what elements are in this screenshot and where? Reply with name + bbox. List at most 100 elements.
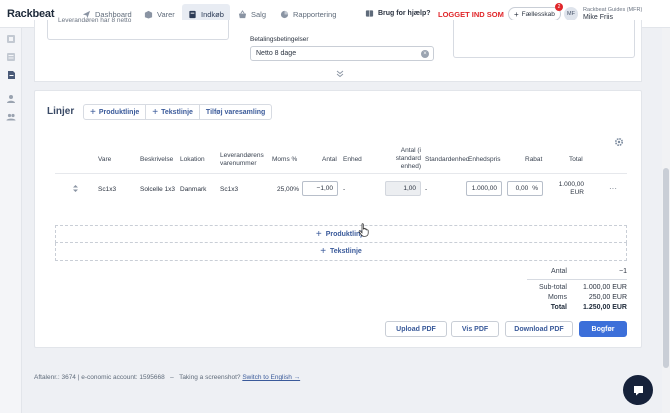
pie-chart-icon: [280, 10, 289, 18]
header-item: Vare: [98, 156, 112, 163]
header-qty-standard-line1: Antal (i: [400, 147, 421, 154]
notification-badge: 2: [555, 3, 563, 11]
lines-card: Linjer + Produktlinje + Tekstlinje Tilfø…: [34, 90, 642, 348]
subtotal-value: 1.000,00 EUR: [583, 284, 627, 291]
header-unit: Enhed: [343, 156, 362, 163]
plus-icon: +: [152, 106, 159, 118]
sidebar-item-document[interactable]: [6, 70, 16, 80]
plus-icon: +: [320, 246, 327, 257]
plus-icon: +: [315, 228, 322, 240]
add-product-line-row[interactable]: + Produktlinje: [55, 225, 627, 243]
logged-in-as-button[interactable]: LOGGET IND SOM: [438, 10, 504, 19]
plus-icon: +: [90, 106, 96, 118]
header-vat: Moms %: [272, 156, 298, 163]
footer-agreement: Aftalenr.: 3674 | e-conomic account: 159…: [34, 374, 165, 381]
scrollbar-thumb[interactable]: [663, 168, 669, 368]
totals-quantity-value: −1: [619, 268, 627, 275]
avatar[interactable]: MF: [564, 7, 578, 21]
basket-icon: [238, 9, 247, 18]
help-label: Brug for hjælp?: [378, 10, 431, 17]
totals-quantity-label: Antal: [551, 268, 567, 275]
header-location: Lokation: [180, 156, 205, 163]
cell-total: 1.000,00 EUR: [555, 181, 584, 197]
download-pdf-button[interactable]: Download PDF: [505, 321, 573, 337]
order-details-card: Leverandøren har 8 netto Betalingsbeting…: [34, 17, 642, 82]
unit-price-input[interactable]: 1.000,00: [466, 181, 502, 196]
supplier-note-box: Leverandøren har 8 netto: [47, 17, 229, 40]
cell-item: Sc1x3: [98, 186, 117, 193]
add-text-line-button[interactable]: + Tekstlinje: [146, 105, 200, 119]
header-standard-unit: Standardenhed: [425, 156, 470, 163]
totals-divider: [527, 279, 627, 280]
chevron-double-down-icon[interactable]: [335, 70, 345, 78]
add-product-line-button[interactable]: + Produktlinje: [84, 105, 147, 119]
header-supplier-item-line1: Leverandørens: [220, 152, 264, 159]
cell-description: Solcelle 1x3: [140, 186, 176, 193]
purchase-icon: [189, 10, 196, 18]
community-button[interactable]: + Fællesskab 2: [508, 3, 563, 21]
add-text-line-row-label: Tekstlinje: [330, 248, 362, 255]
header-qty-standard-line2: standard: [395, 155, 421, 162]
add-text-line-row[interactable]: + Tekstlinje: [55, 243, 627, 261]
add-product-line-label: Produktlinje: [98, 108, 140, 116]
book-icon: [365, 10, 374, 17]
cell-supplier-item: Sc1x3: [220, 186, 239, 193]
nav-indkob-label: Indkøb: [201, 9, 224, 19]
qty-standard-input: 1,00: [385, 181, 421, 196]
header-description: Beskrivelse: [140, 156, 174, 163]
header-divider: [55, 173, 627, 174]
add-collection-button[interactable]: Tilføj varesamling: [200, 105, 271, 119]
header-qty-standard: Antal (i standard enhed): [385, 147, 421, 171]
vat-value: 250,00 EUR: [588, 294, 627, 301]
drag-handle-icon[interactable]: [72, 184, 79, 193]
supplier-note-text: Leverandøren har 8 netto: [58, 17, 132, 24]
row-more-icon[interactable]: ···: [609, 184, 617, 193]
payment-terms-value: Netto 8 dage: [256, 50, 297, 57]
chat-button[interactable]: [623, 375, 653, 405]
lines-title: Linjer: [47, 106, 75, 117]
footer: Aftalenr.: 3674 | e-conomic account: 159…: [34, 374, 300, 381]
header-discount: Rabat: [525, 156, 543, 163]
page-scrollbar[interactable]: [662, 28, 670, 413]
header-quantity: Antal: [322, 156, 337, 163]
nav-salg-label: Salg: [251, 9, 267, 19]
sidebar-item-users[interactable]: [6, 112, 16, 122]
sidebar-item-user[interactable]: [6, 94, 16, 104]
user-company: Rackbeat Guides (MFR): [583, 7, 643, 13]
plus-icon: +: [514, 9, 519, 19]
nav-varer-label: Varer: [157, 9, 175, 19]
nav-rapportering-label: Rapportering: [293, 9, 337, 19]
box-icon: [144, 10, 153, 19]
clear-icon[interactable]: ×: [421, 50, 429, 58]
quantity-input[interactable]: −1,00: [302, 181, 338, 196]
cell-location: Danmark: [180, 186, 207, 193]
header-total: Total: [569, 156, 583, 163]
header-supplier-item-line2: varenummer: [220, 160, 257, 167]
footer-screenshot-prompt: Taking a screenshot?: [179, 374, 241, 381]
discount-unit: %: [532, 185, 538, 192]
switch-language-link[interactable]: Switch to English →: [242, 374, 300, 381]
gear-icon[interactable]: [614, 137, 624, 147]
cell-standard-unit: -: [425, 186, 428, 193]
sidebar-item-products[interactable]: [6, 34, 16, 44]
payment-terms-label: Betalingsbetingelser: [250, 36, 309, 43]
view-pdf-button[interactable]: Vis PDF: [451, 321, 499, 337]
discount-input[interactable]: 0,00 %: [507, 181, 543, 196]
notes-textarea[interactable]: [453, 20, 635, 58]
payment-terms-select[interactable]: Netto 8 dage ×: [250, 46, 434, 61]
community-label: Fællesskab: [521, 10, 555, 18]
hand-cursor-icon: [358, 223, 369, 237]
add-text-line-label: Tekstlinje: [161, 108, 193, 116]
help-link[interactable]: Brug for hjælp?: [365, 9, 431, 18]
cell-unit: -: [343, 186, 346, 193]
sidebar-item-list[interactable]: [6, 52, 16, 62]
cell-vat: 25,00%: [277, 186, 300, 193]
upload-pdf-button[interactable]: Upload PDF: [385, 321, 447, 337]
add-line-button-group: + Produktlinje + Tekstlinje Tilføj vares…: [83, 104, 273, 120]
add-collection-label: Tilføj varesamling: [205, 108, 266, 116]
book-button[interactable]: Bogfør: [579, 321, 627, 337]
footer-separator: –: [170, 374, 174, 381]
total-value: 1.250,00 EUR: [583, 304, 627, 311]
cell-total-currency: EUR: [570, 189, 584, 196]
sidebar: ›: [0, 28, 22, 413]
